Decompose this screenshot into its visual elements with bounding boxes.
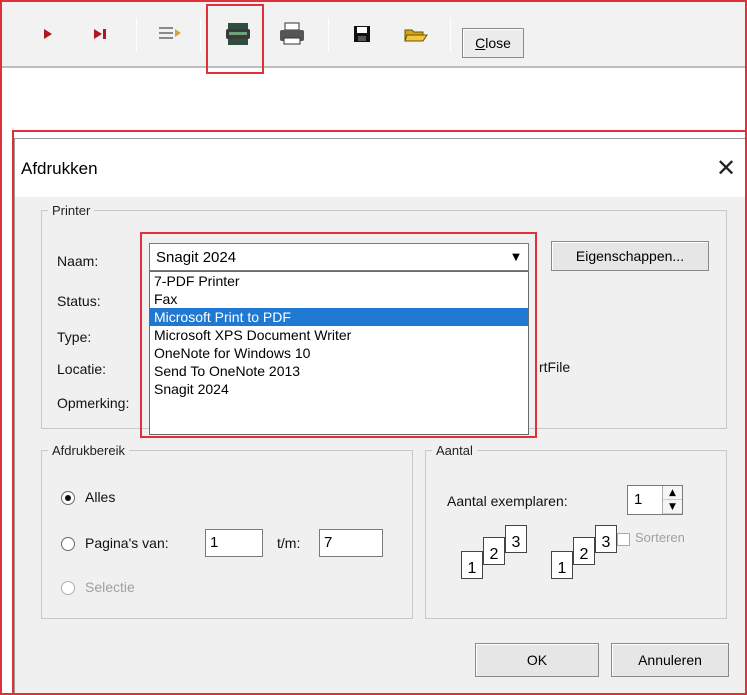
location-label: Locatie: (57, 361, 107, 377)
dropdown-option-selected[interactable]: Microsoft Print to PDF (150, 308, 528, 326)
save-button[interactable] (346, 16, 378, 52)
printer-name-value: Snagit 2024 (156, 249, 237, 266)
selection-label: Selectie (85, 579, 135, 595)
report-list-button[interactable] (154, 16, 186, 52)
all-label: Alles (85, 489, 116, 505)
from-page-input[interactable]: 1 (205, 529, 263, 557)
list-arrow-icon (159, 27, 181, 39)
pages-label: Pagina's van: (85, 535, 169, 551)
step-forward-icon (94, 29, 106, 39)
ok-button[interactable]: OK (475, 643, 599, 677)
collate-label: Sorteren (635, 530, 685, 545)
play-icon (44, 29, 52, 39)
properties-button[interactable]: Eigenschappen... (551, 241, 709, 271)
floppy-disk-icon (354, 26, 370, 42)
printer-group-label: Printer (52, 203, 91, 218)
step-forward-button[interactable] (86, 16, 114, 52)
close-icon[interactable]: ✕ (711, 153, 741, 183)
dialog-title: Afdrukken (21, 159, 98, 178)
cancel-button[interactable]: Annuleren (611, 643, 729, 677)
copies-spinner[interactable]: 1 ▲ ▼ (627, 485, 683, 515)
dropdown-option[interactable]: OneNote for Windows 10 (150, 344, 528, 362)
spin-up-icon[interactable]: ▲ (663, 486, 682, 500)
copies-label: Aantal exemplaren: (447, 493, 568, 509)
print-button[interactable] (274, 16, 310, 52)
type-label: Type: (57, 329, 92, 345)
selection-radio[interactable] (61, 581, 75, 595)
status-label: Status: (57, 293, 101, 309)
pages-radio[interactable] (61, 537, 75, 551)
printer-name-select[interactable]: Snagit 2024 ▼ (149, 243, 529, 271)
dropdown-option[interactable]: 7-PDF Printer (150, 272, 528, 290)
printer-icon (280, 22, 304, 45)
open-button[interactable] (400, 16, 432, 52)
printer-dropdown-list: 7-PDF Printer Fax Microsoft Print to PDF… (149, 271, 529, 435)
copies-value: 1 (634, 491, 643, 508)
all-radio[interactable] (61, 491, 75, 505)
location-value: rtFile (539, 359, 571, 375)
spin-down-icon[interactable]: ▼ (663, 500, 682, 514)
close-button[interactable]: Close (462, 28, 524, 58)
copies-group-label: Aantal (436, 443, 473, 458)
dropdown-option[interactable]: Send To OneNote 2013 (150, 362, 528, 380)
dropdown-option[interactable]: Fax (150, 290, 528, 308)
to-page-input[interactable]: 7 (319, 529, 383, 557)
print-range-label: Afdrukbereik (52, 443, 125, 458)
collate-checkbox[interactable] (617, 533, 630, 546)
dialog-titlebar: Afdrukken ✕ (15, 139, 746, 197)
background-window-edge (2, 68, 12, 695)
comment-label: Opmerking: (57, 395, 130, 411)
print-setup-highlight (206, 4, 264, 74)
print-dialog: Afdrukken ✕ Printer Naam: Status: Type: … (14, 138, 747, 695)
name-label: Naam: (57, 253, 99, 269)
chevron-down-icon[interactable]: ▼ (506, 246, 526, 268)
toolbar: Close (2, 2, 745, 68)
to-label: t/m: (277, 535, 301, 551)
dropdown-option[interactable]: Snagit 2024 (150, 380, 528, 398)
dropdown-option[interactable]: Microsoft XPS Document Writer (150, 326, 528, 344)
play-button[interactable] (36, 16, 60, 52)
open-folder-icon (404, 29, 428, 42)
